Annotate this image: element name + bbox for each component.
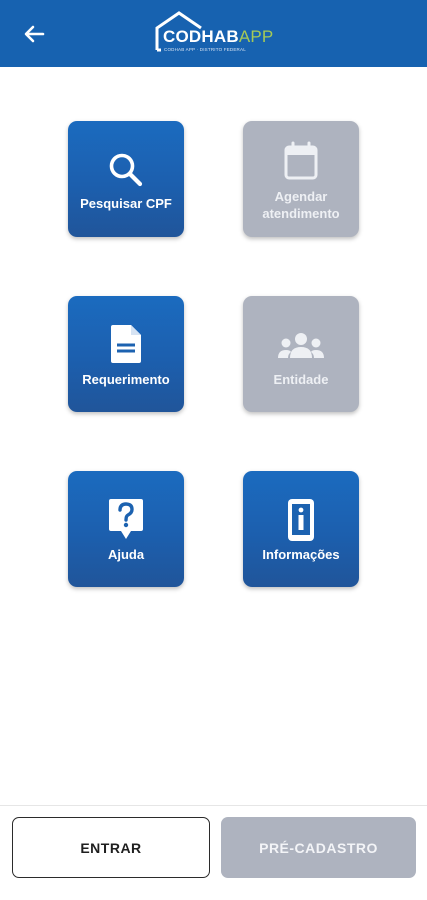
logo-main: CODHAB — [163, 27, 239, 46]
tile-agendar-atendimento[interactable]: Agendar atendimento — [243, 121, 359, 237]
document-icon — [68, 323, 184, 365]
tile-label: Requerimento — [82, 372, 170, 387]
tile-entidade[interactable]: Entidade — [243, 296, 359, 412]
calendar-icon — [243, 141, 359, 181]
tile-pesquisar-cpf[interactable]: Pesquisar CPF — [68, 121, 184, 237]
group-icon — [243, 332, 359, 360]
footer-divider — [0, 805, 427, 806]
login-button[interactable]: ENTRAR — [12, 817, 210, 878]
tile-label: Ajuda — [107, 547, 145, 562]
codhab-logo: CODHABAPP CODHAB APP · DISTRITO FEDERAL — [153, 10, 275, 58]
pre-cadastro-button[interactable]: PRÉ-CADASTRO — [221, 817, 416, 878]
logo-app: APP — [238, 27, 274, 46]
tile-label: Entidade — [273, 372, 329, 387]
tile-label: Informações — [262, 547, 340, 562]
app-bar: CODHABAPP CODHAB APP · DISTRITO FEDERAL — [0, 0, 427, 67]
arrow-left-icon — [24, 25, 45, 43]
logo-tagline: CODHAB APP · DISTRITO FEDERAL — [164, 47, 246, 52]
info-icon — [243, 497, 359, 543]
logo-text: CODHABAPP — [163, 27, 273, 47]
search-icon — [68, 151, 184, 189]
tile-informacoes[interactable]: Informações — [243, 471, 359, 587]
tile-ajuda[interactable]: Ajuda — [68, 471, 184, 587]
tile-label: Agendar atendimento — [262, 189, 340, 221]
help-icon — [68, 497, 184, 541]
tile-requerimento[interactable]: Requerimento — [68, 296, 184, 412]
tile-label: Pesquisar CPF — [80, 196, 172, 211]
back-button[interactable] — [18, 20, 50, 48]
